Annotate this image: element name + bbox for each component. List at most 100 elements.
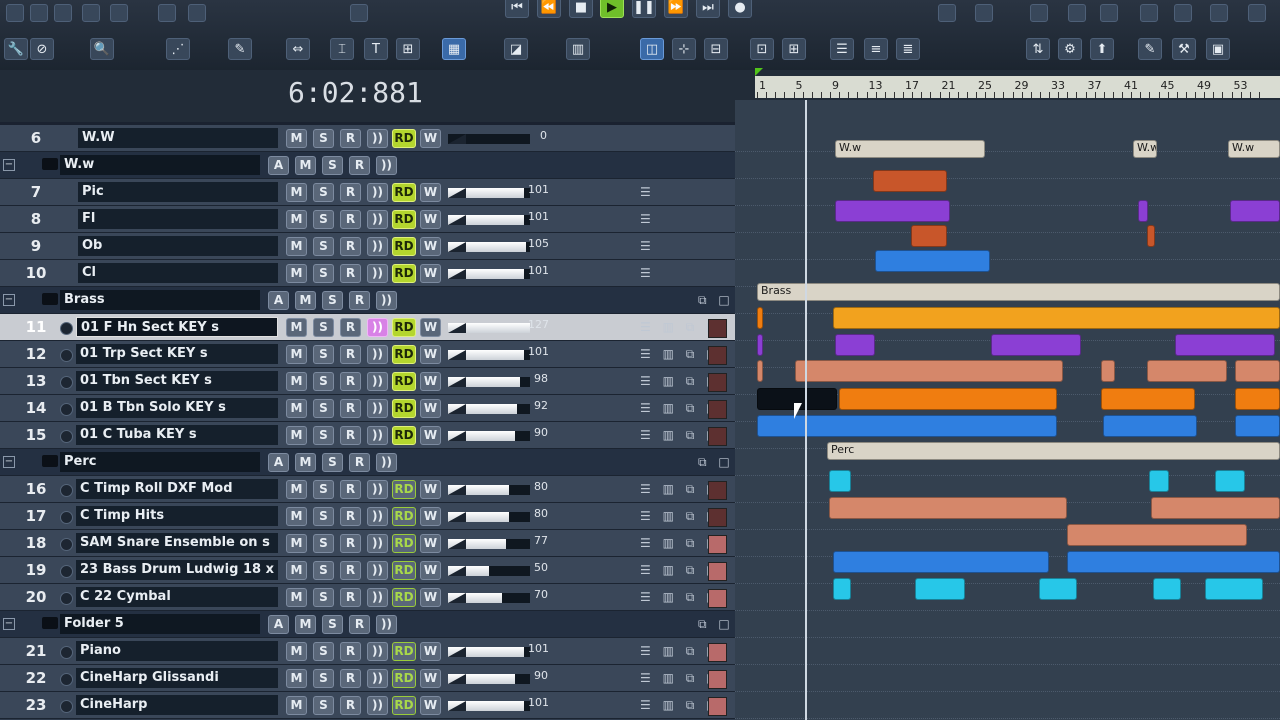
volume-fader[interactable] bbox=[448, 593, 530, 603]
transport-record-button[interactable]: ● bbox=[728, 0, 752, 18]
track-s-button[interactable]: S bbox=[313, 237, 334, 256]
track-m-button[interactable]: M bbox=[286, 237, 307, 256]
record-arm-button[interactable] bbox=[60, 484, 73, 497]
track-name[interactable]: 01 B Tbn Solo KEY s bbox=[76, 398, 278, 418]
arrange-clip[interactable] bbox=[1235, 415, 1280, 437]
record-arm-button[interactable] bbox=[60, 376, 73, 389]
track-w-button[interactable]: W bbox=[420, 318, 441, 337]
arrange-clip[interactable] bbox=[835, 334, 875, 356]
track-color-swatch[interactable] bbox=[708, 427, 727, 446]
track-row-t10[interactable]: 10 Cl M S R)) RD W 101 ☰ bbox=[0, 260, 735, 287]
arrange-lane[interactable] bbox=[735, 233, 1280, 260]
track-name[interactable]: Cl bbox=[78, 263, 278, 283]
track-mon-button[interactable]: )) bbox=[367, 129, 388, 148]
track-s-button[interactable]: S bbox=[313, 183, 334, 202]
arrange-clip[interactable]: W.w bbox=[1228, 140, 1280, 158]
toolbar-tool-button[interactable]: ⬆ bbox=[1090, 38, 1114, 60]
arrange-clip[interactable] bbox=[1101, 360, 1115, 382]
track-row-t11[interactable]: 11 01 F Hn Sect KEY s M S R)) RD W 127 ☰ ▥ ⧉ □ bbox=[0, 314, 735, 341]
track-row-t18[interactable]: 18 SAM Snare Ensemble on s M S R)) RD W 77 ☰ ▥ ⧉… bbox=[0, 530, 735, 557]
arrange-clip[interactable] bbox=[1235, 388, 1280, 410]
folder-a-button[interactable]: A bbox=[268, 291, 289, 310]
folder-m-button[interactable]: M bbox=[295, 453, 316, 472]
arrange-clip[interactable] bbox=[1147, 360, 1227, 382]
volume-fader[interactable] bbox=[448, 566, 530, 576]
toolbar-top-button[interactable] bbox=[1030, 4, 1048, 22]
track-rd-button[interactable]: RD bbox=[392, 237, 416, 256]
arrange-clip[interactable] bbox=[1230, 200, 1280, 222]
arrange-view[interactable]: W.w W.w W.w Brass Perc bbox=[735, 100, 1280, 720]
toolbar-top-button[interactable] bbox=[110, 4, 128, 22]
arrange-clip[interactable] bbox=[873, 170, 947, 192]
volume-fader[interactable] bbox=[448, 134, 530, 144]
record-arm-button[interactable] bbox=[60, 349, 73, 362]
toolbar-top-button[interactable] bbox=[158, 4, 176, 22]
toolbar-tool-button[interactable]: 🔍 bbox=[90, 38, 114, 60]
transport-rewind-button[interactable]: ⏪ bbox=[537, 0, 561, 18]
arrange-clip[interactable] bbox=[875, 250, 990, 272]
record-arm-button[interactable] bbox=[60, 646, 73, 659]
arrange-clip[interactable] bbox=[1039, 578, 1077, 600]
track-row-t17[interactable]: 17 C Timp Hits M S R)) RD W 80 ☰ ▥ ⧉ □ bbox=[0, 503, 735, 530]
track-rd-button[interactable]: RD bbox=[392, 426, 416, 445]
transport-stop-button[interactable]: ■ bbox=[569, 0, 593, 18]
track-mon-button[interactable]: )) bbox=[367, 669, 388, 688]
arrange-lane[interactable] bbox=[735, 665, 1280, 692]
folder-name[interactable]: W.w bbox=[60, 155, 260, 175]
transport-forward-button[interactable]: ⏩ bbox=[664, 0, 688, 18]
volume-fader[interactable] bbox=[448, 701, 530, 711]
arrange-clip[interactable] bbox=[911, 225, 947, 247]
track-w-button[interactable]: W bbox=[420, 129, 441, 148]
track-w-button[interactable]: W bbox=[420, 696, 441, 715]
toolbar-tool-button[interactable]: ≡ bbox=[864, 38, 888, 60]
track-name[interactable]: 01 Trp Sect KEY s bbox=[76, 344, 278, 364]
track-s-button[interactable]: S bbox=[313, 426, 334, 445]
track-color-swatch[interactable] bbox=[708, 535, 727, 554]
track-row-f-5[interactable]: − Folder 5 A M S R)) ⧉ □ bbox=[0, 611, 735, 638]
track-row-f-perc[interactable]: − Perc A M S R)) ⧉ □ bbox=[0, 449, 735, 476]
toolbar-tool-button[interactable]: ≣ bbox=[896, 38, 920, 60]
arrange-clip[interactable] bbox=[833, 578, 851, 600]
arrange-lane[interactable] bbox=[735, 179, 1280, 206]
toolbar-tool-button[interactable]: ⊡ bbox=[750, 38, 774, 60]
arrange-clip[interactable] bbox=[795, 360, 1063, 382]
transport-pause-button[interactable]: ❚❚ bbox=[632, 0, 656, 18]
folder-window-icons[interactable]: ⧉ □ bbox=[698, 455, 734, 470]
track-color-swatch[interactable] bbox=[708, 643, 727, 662]
track-w-button[interactable]: W bbox=[420, 669, 441, 688]
toolbar-tool-button[interactable]: ⚒ bbox=[1172, 38, 1196, 60]
folder-collapse-toggle[interactable]: − bbox=[3, 159, 15, 171]
track-rd-button[interactable]: RD bbox=[392, 129, 416, 148]
arrange-lane[interactable] bbox=[735, 638, 1280, 665]
arrange-clip[interactable] bbox=[757, 334, 763, 356]
arrange-clip[interactable] bbox=[1235, 360, 1280, 382]
toolbar-tool-button[interactable]: ⌶ bbox=[330, 38, 354, 60]
track-m-button[interactable]: M bbox=[286, 183, 307, 202]
record-arm-button[interactable] bbox=[60, 673, 73, 686]
toolbar-tool-button[interactable]: ▥ bbox=[566, 38, 590, 60]
track-name[interactable]: C 22 Cymbal bbox=[76, 587, 278, 607]
track-m-button[interactable]: M bbox=[286, 372, 307, 391]
arrange-clip[interactable] bbox=[829, 470, 851, 492]
record-arm-button[interactable] bbox=[60, 322, 73, 335]
track-w-button[interactable]: W bbox=[420, 372, 441, 391]
track-r-button[interactable]: R bbox=[340, 399, 361, 418]
toolbar-tool-button[interactable]: ⋰ bbox=[166, 38, 190, 60]
toolbar-top-button[interactable] bbox=[1210, 4, 1228, 22]
track-row-t15[interactable]: 15 01 C Tuba KEY s M S R)) RD W 90 ☰ ▥ ⧉ □ bbox=[0, 422, 735, 449]
toolbar-tool-button[interactable]: ◪ bbox=[504, 38, 528, 60]
track-w-button[interactable]: W bbox=[420, 345, 441, 364]
volume-fader[interactable] bbox=[448, 215, 530, 225]
transport-start-button[interactable]: ⏮ bbox=[505, 0, 529, 18]
track-s-button[interactable]: S bbox=[313, 399, 334, 418]
arrange-clip[interactable]: Perc bbox=[827, 442, 1280, 460]
volume-fader[interactable] bbox=[448, 323, 530, 333]
track-mon-button[interactable]: )) bbox=[367, 345, 388, 364]
arrange-clip[interactable] bbox=[1067, 524, 1247, 546]
track-name[interactable]: C Timp Hits bbox=[76, 506, 278, 526]
track-row-t14[interactable]: 14 01 B Tbn Solo KEY s M S R)) RD W 92 ☰ ▥ ⧉ □ bbox=[0, 395, 735, 422]
folder-collapse-toggle[interactable]: − bbox=[3, 294, 15, 306]
track-row-t7[interactable]: 7 Pic M S R)) RD W 101 ☰ bbox=[0, 179, 735, 206]
volume-fader[interactable] bbox=[448, 539, 530, 549]
toolbar-top-button[interactable] bbox=[6, 4, 24, 22]
